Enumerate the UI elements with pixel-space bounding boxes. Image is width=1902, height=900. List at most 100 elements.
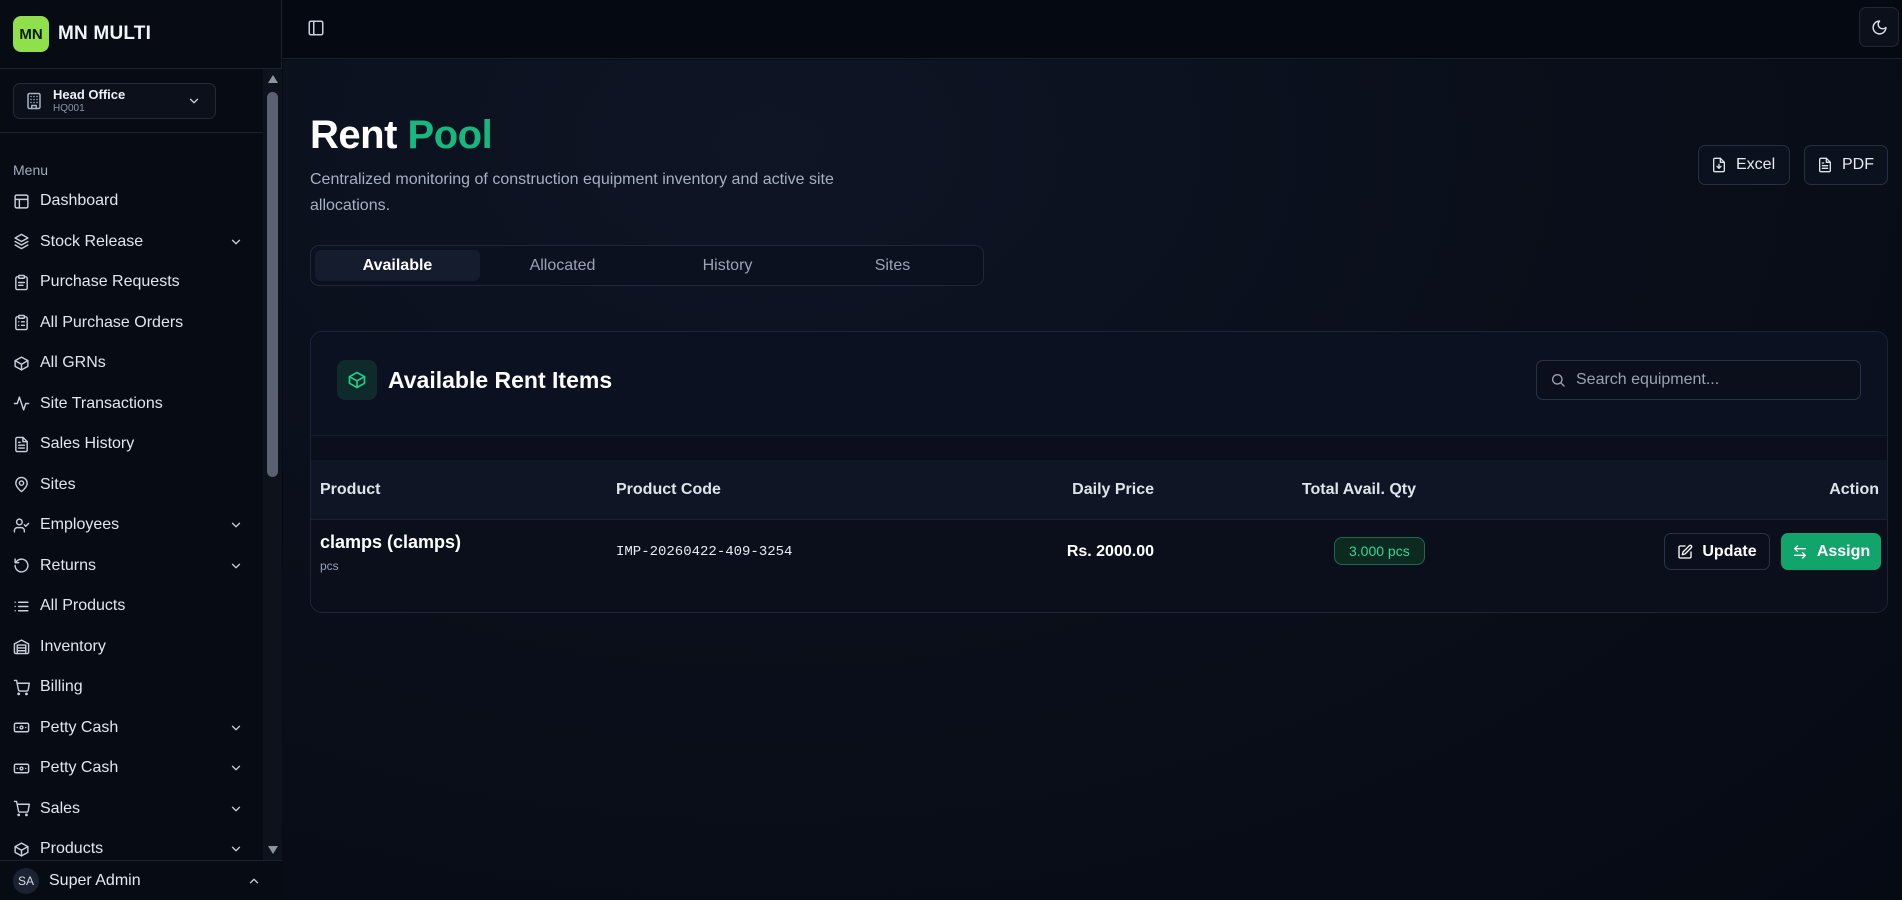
menu-label: Menu (13, 162, 49, 178)
export-pdf-label: PDF (1842, 156, 1874, 173)
brand[interactable]: MN MN MULTI (0, 0, 281, 69)
sidebar-item-label: Inventory (40, 637, 106, 655)
sidebar-item-all-grns[interactable]: All GRNs (0, 343, 263, 384)
sidebar: MN MN MULTI Head Office HQ001 Menu Dashb… (0, 0, 282, 900)
column-header-product: Product (320, 481, 381, 498)
top-bar (283, 0, 1902, 59)
sidebar-item-all-purchase-orders[interactable]: All Purchase Orders (0, 303, 263, 344)
sidebar-item-label: All Products (40, 597, 126, 615)
sidebar-item-label: Sales (40, 799, 81, 817)
office-switcher[interactable]: Head Office HQ001 (13, 83, 216, 119)
column-header-total-qty: Total Avail. Qty (1301, 481, 1416, 498)
qty-badge: 3.000 pcs (1334, 537, 1425, 565)
product-unit: pcs (320, 559, 339, 573)
scrollbar-thumb[interactable] (267, 92, 278, 477)
sidebar-item-sales-history[interactable]: Sales History (0, 424, 263, 465)
sidebar-item-label: Billing (40, 678, 83, 696)
table-row: clamps (clamps) pcs IMP-20260422-409-325… (311, 520, 1887, 612)
sidebar-item-inventory[interactable]: Inventory (0, 627, 263, 668)
chevron-down-icon (231, 239, 241, 244)
sidebar-item-label: Petty Cash (40, 718, 119, 736)
list-icon (14, 601, 29, 612)
sidebar-item-sales[interactable]: Sales (0, 789, 263, 830)
column-header-daily-price: Daily Price (1072, 481, 1154, 498)
sidebar-item-products[interactable]: Products (0, 829, 263, 860)
update-button[interactable]: Update (1664, 533, 1770, 570)
sidebar-item-label: Petty Cash (40, 759, 119, 777)
clipboard-icon (15, 274, 28, 291)
office-name: Head Office (53, 87, 126, 102)
sidebar-item-label: Returns (40, 556, 97, 574)
sidebar-item-dashboard[interactable]: Dashboard (0, 181, 263, 222)
sidebar-item-stock-release[interactable]: Stock Release (0, 222, 263, 263)
page-subtitle: Centralized monitoring of construction e… (310, 171, 834, 214)
assign-button[interactable]: Assign (1781, 533, 1881, 570)
banknote-icon (13, 763, 30, 774)
scroll-down-arrow-icon[interactable] (268, 846, 278, 854)
sidebar-item-purchase-requests[interactable]: Purchase Requests (0, 262, 263, 303)
sidebar-toggle-icon[interactable] (307, 19, 325, 37)
tab-sites[interactable]: Sites (810, 250, 975, 281)
page-title-accent: Pool (407, 113, 493, 157)
card-icon-badge (337, 360, 377, 400)
brand-name: MN MULTI (58, 23, 152, 44)
chevron-down-icon (231, 725, 241, 730)
shopping-cart-icon (13, 679, 30, 696)
export-excel-button[interactable]: Excel (1698, 145, 1790, 185)
rotate-ccw-icon (14, 558, 29, 573)
card-header: Available Rent Items (311, 332, 1887, 436)
theme-toggle-button[interactable] (1859, 7, 1899, 47)
tab-allocated[interactable]: Allocated (480, 250, 645, 281)
search-input[interactable] (1576, 371, 1856, 389)
daily-price: Rs. 2000.00 (1066, 543, 1154, 560)
product-name: clamps (clamps) (320, 532, 462, 552)
file-text-icon (15, 436, 28, 453)
tab-history[interactable]: History (645, 250, 810, 281)
file-text-icon (1819, 157, 1831, 173)
sidebar-item-petty-cash[interactable]: Petty Cash (0, 708, 263, 749)
page-title-main: Rent (310, 113, 397, 157)
chevron-down-icon (189, 98, 199, 104)
package-icon (348, 371, 366, 389)
tab-bar: Available Allocated History Sites (310, 245, 984, 286)
sidebar-menu: Dashboard Stock Release Purchase Request… (0, 181, 263, 860)
building-icon (27, 92, 41, 110)
sidebar-item-petty-cash-2[interactable]: Petty Cash (0, 748, 263, 789)
package-icon (14, 356, 29, 371)
user-name: Super Admin (49, 871, 141, 889)
sidebar-item-label: Products (40, 840, 104, 858)
page-title: Rent Pool (310, 113, 493, 158)
sidebar-item-label: Stock Release (40, 232, 144, 250)
user-check-icon (13, 518, 30, 533)
brand-logo: MN (13, 16, 49, 52)
sidebar-item-label: Sites (40, 475, 76, 493)
chevron-down-icon (231, 522, 241, 528)
sidebar-item-billing[interactable]: Billing (0, 667, 263, 708)
export-pdf-button[interactable]: PDF (1804, 145, 1888, 185)
tab-available[interactable]: Available (315, 250, 480, 281)
sidebar-item-all-products[interactable]: All Products (0, 586, 263, 627)
sidebar-item-label: Dashboard (40, 192, 119, 210)
chevron-down-icon (231, 563, 241, 568)
column-header-product-code: Product Code (616, 481, 721, 498)
moon-icon (1871, 19, 1887, 35)
file-download-icon (1713, 157, 1725, 173)
user-menu[interactable]: SA Super Admin (0, 860, 282, 900)
banknote-icon (13, 722, 30, 733)
sidebar-item-employees[interactable]: Employees (0, 505, 263, 546)
column-header-action: Action (1829, 481, 1879, 498)
search-icon (1552, 374, 1565, 387)
sidebar-item-site-transactions[interactable]: Site Transactions (0, 384, 263, 425)
sidebar-item-label: Employees (40, 516, 120, 534)
clipboard-list-icon (15, 314, 28, 331)
table-header: Product Product Code Daily Price Total A… (311, 460, 1887, 520)
export-excel-label: Excel (1736, 156, 1776, 173)
map-pin-icon (15, 477, 28, 493)
sidebar-scrollbar[interactable] (263, 69, 282, 860)
sidebar-item-returns[interactable]: Returns (0, 546, 263, 587)
sidebar-item-sites[interactable]: Sites (0, 465, 263, 506)
warehouse-icon (13, 639, 30, 655)
update-button-label: Update (1702, 542, 1757, 560)
search-box[interactable] (1536, 360, 1861, 400)
scroll-up-arrow-icon[interactable] (268, 75, 278, 83)
